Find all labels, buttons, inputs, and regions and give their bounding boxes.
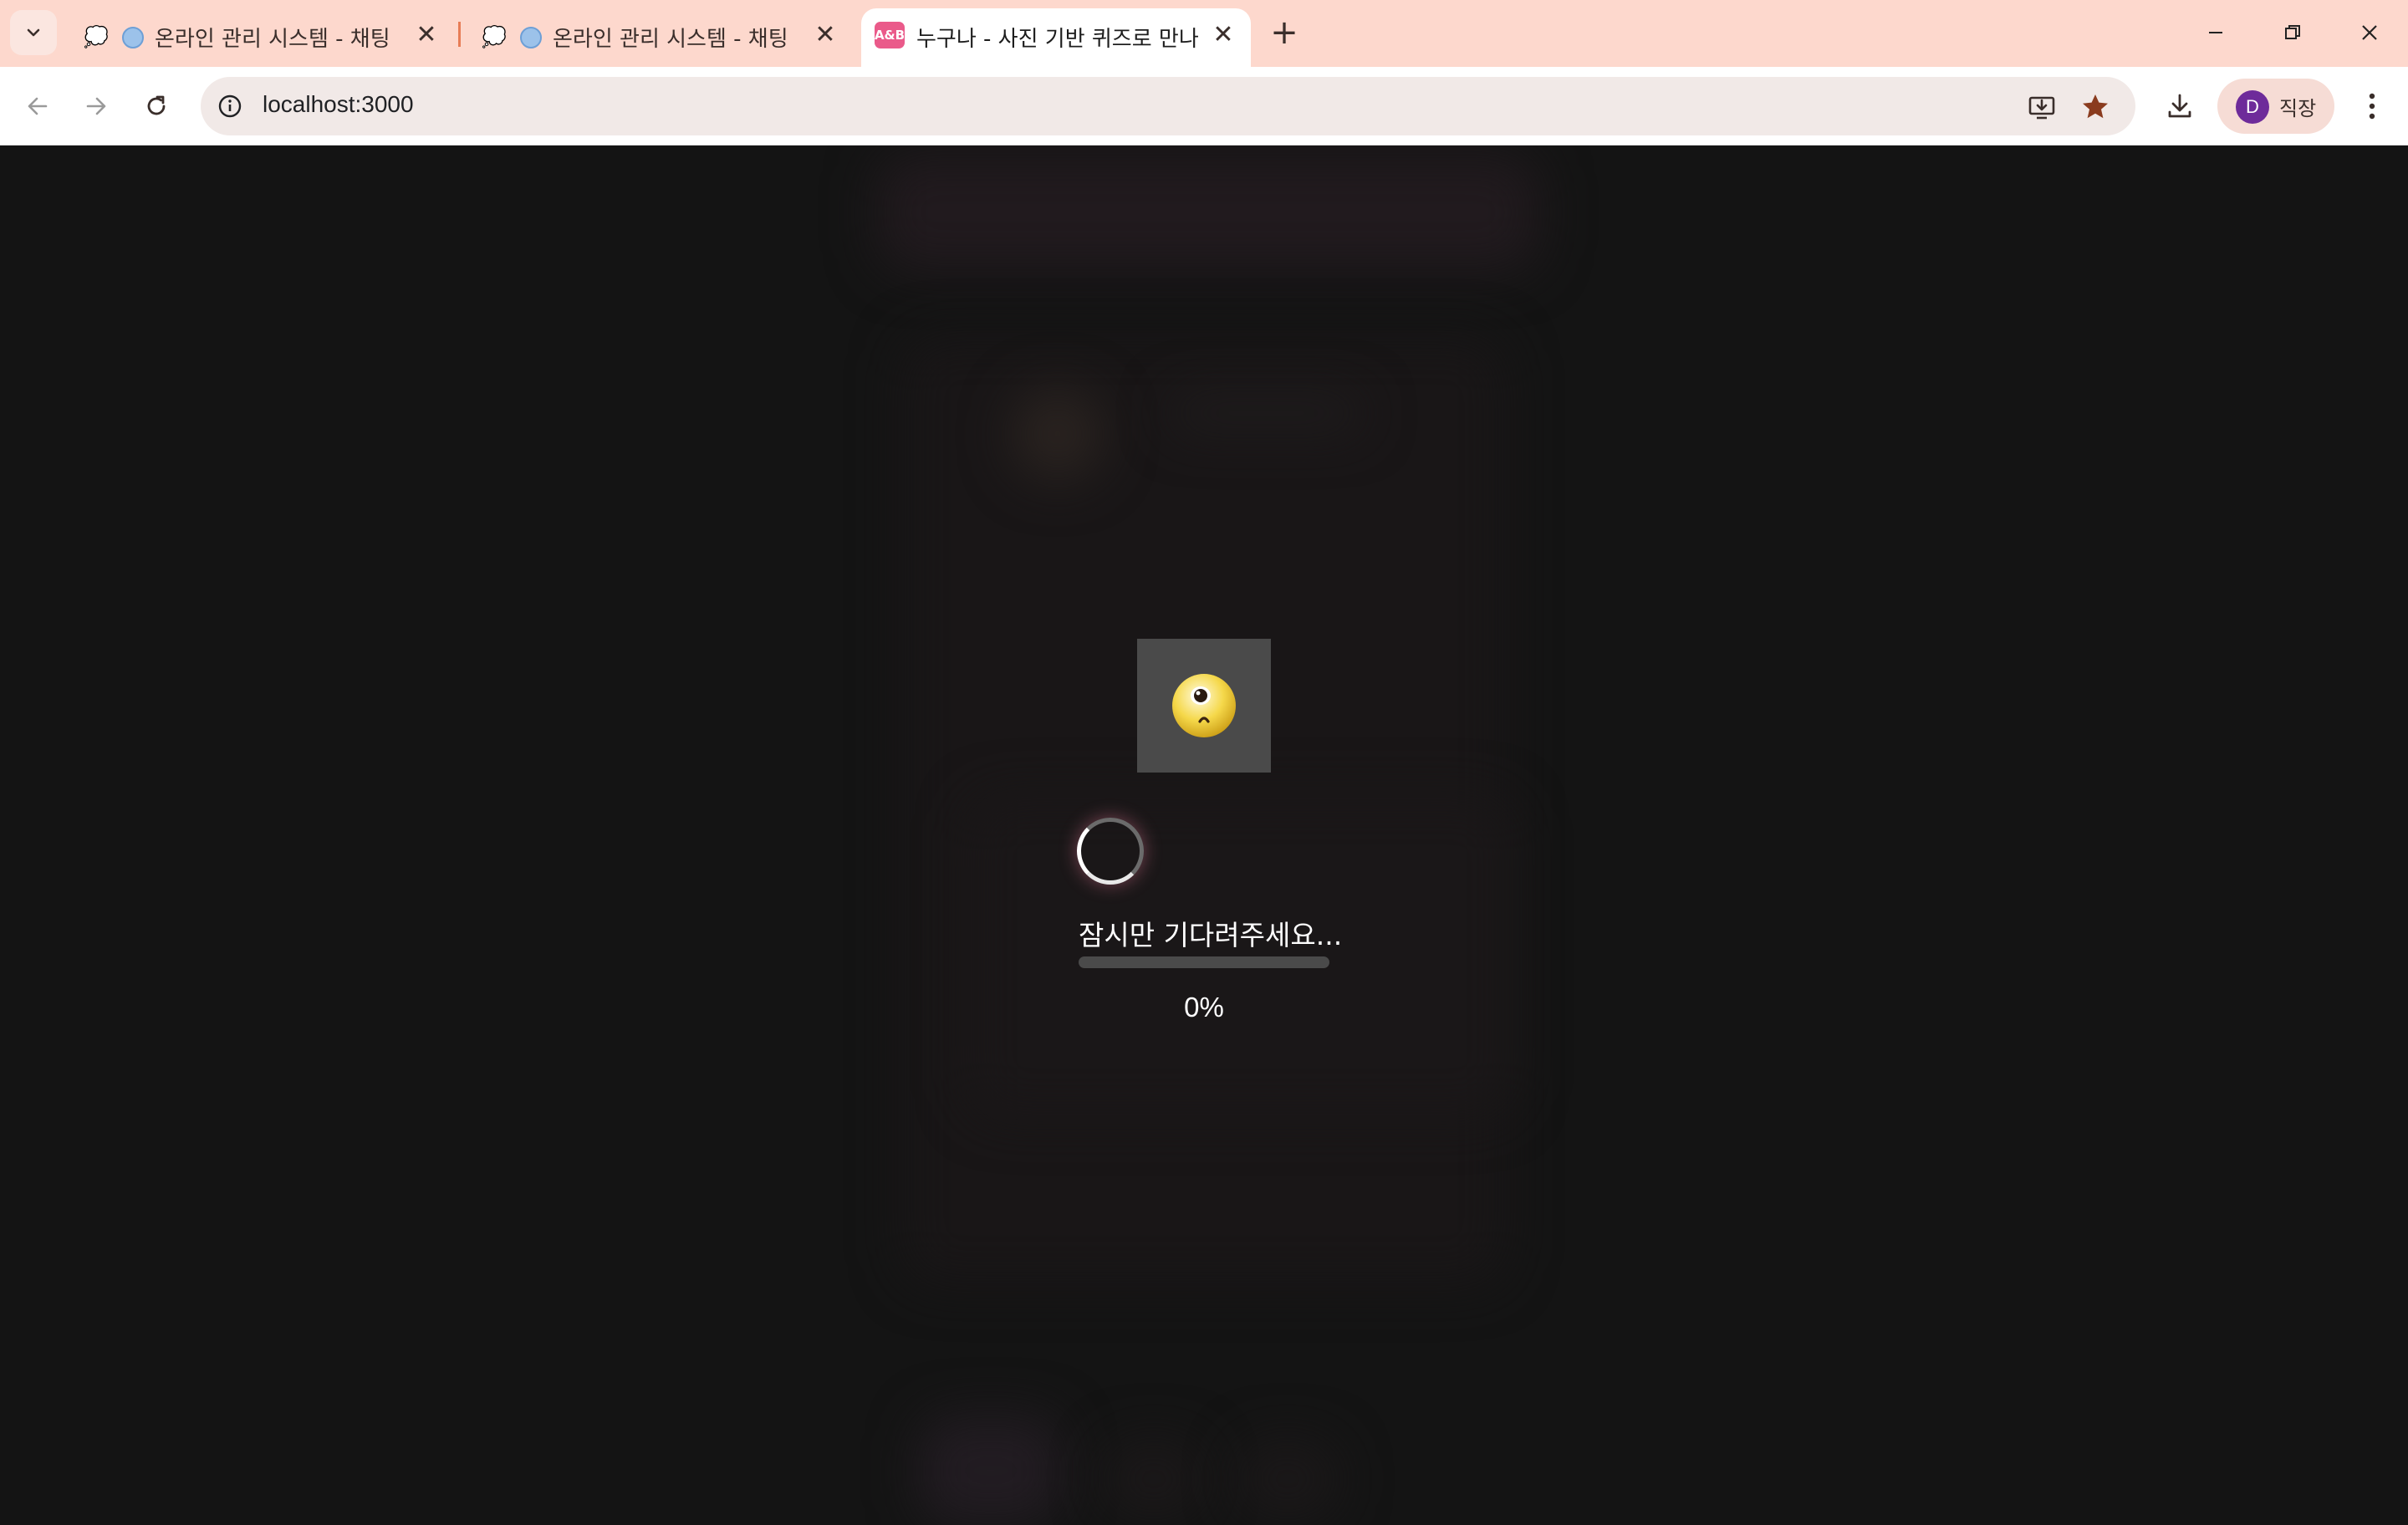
address-bar[interactable]: localhost:3000 xyxy=(201,77,2135,135)
arrow-left-icon xyxy=(28,97,48,115)
globe-icon xyxy=(520,27,542,48)
new-tab-button[interactable]: + xyxy=(1268,12,1301,54)
tab-chat-2[interactable]: 💭 온라인 관리 시스템 - 채팅 ✕ xyxy=(482,8,849,67)
profile-label: 직장 xyxy=(2279,97,2317,120)
reload-icon xyxy=(147,95,166,115)
menu-button[interactable] xyxy=(2351,85,2393,127)
tab-search-button[interactable] xyxy=(10,10,57,55)
profile-button[interactable]: D 직장 xyxy=(2217,79,2334,134)
url-text[interactable]: localhost:3000 xyxy=(263,91,414,118)
install-app-icon[interactable] xyxy=(2023,89,2060,125)
minimize-button[interactable] xyxy=(2191,12,2241,54)
pleading-face-icon xyxy=(1172,674,1236,737)
restore-button[interactable] xyxy=(2268,12,2318,54)
avatar: D xyxy=(2236,90,2269,124)
progress-bar xyxy=(1079,956,1329,968)
loading-overlay: 잠시만 기다려주세요... 0% xyxy=(0,145,2408,1525)
minimize-icon xyxy=(2209,32,2222,33)
page-content: 잠시만 기다려주세요... 0% xyxy=(0,145,2408,1525)
close-tab-icon[interactable]: ✕ xyxy=(1207,20,1240,49)
downloads-button[interactable] xyxy=(2159,85,2201,127)
tab-divider xyxy=(458,22,461,47)
speech-bubble-icon: 💭 xyxy=(482,25,507,48)
emoji-image xyxy=(1137,639,1271,773)
speech-bubble-icon: 💭 xyxy=(84,25,109,48)
close-tab-icon[interactable]: ✕ xyxy=(410,20,443,49)
tab-title: 온라인 관리 시스템 - 채팅 xyxy=(155,27,390,52)
loading-message: 잠시만 기다려주세요... xyxy=(1079,919,1343,951)
more-vertical-icon xyxy=(2369,93,2375,120)
close-tab-icon[interactable]: ✕ xyxy=(809,20,842,49)
tab-chat-1[interactable]: 💭 온라인 관리 시스템 - 채팅 ✕ xyxy=(84,8,452,67)
forward-button[interactable] xyxy=(75,85,117,127)
tab-title: 온라인 관리 시스템 - 채팅 xyxy=(553,27,788,52)
chevron-down-icon xyxy=(27,28,40,37)
site-info-icon[interactable] xyxy=(214,90,246,122)
reload-button[interactable] xyxy=(135,85,177,127)
globe-icon xyxy=(122,27,144,48)
app-logo-icon: A&B xyxy=(875,22,905,48)
loading-spinner xyxy=(1077,818,1144,885)
progress-percent: 0% xyxy=(1184,992,1224,1023)
tab-strip: 💭 온라인 관리 시스템 - 채팅 ✕ 💭 온라인 관리 시스템 - 채팅 ✕ … xyxy=(0,0,2408,67)
download-icon xyxy=(2168,94,2191,118)
browser-toolbar: localhost:3000 D 직장 xyxy=(0,67,2408,145)
bookmark-star-icon[interactable] xyxy=(2077,89,2114,125)
tab-title: 누구나 - 사진 기반 퀴즈로 만나 xyxy=(916,27,1199,52)
arrow-right-icon xyxy=(86,97,106,115)
close-icon xyxy=(2362,25,2377,40)
restore-icon xyxy=(2285,25,2300,39)
tab-quiz-active[interactable]: A&B 누구나 - 사진 기반 퀴즈로 만나 ✕ xyxy=(861,8,1251,67)
close-window-button[interactable] xyxy=(2344,12,2395,54)
back-button[interactable] xyxy=(17,85,59,127)
